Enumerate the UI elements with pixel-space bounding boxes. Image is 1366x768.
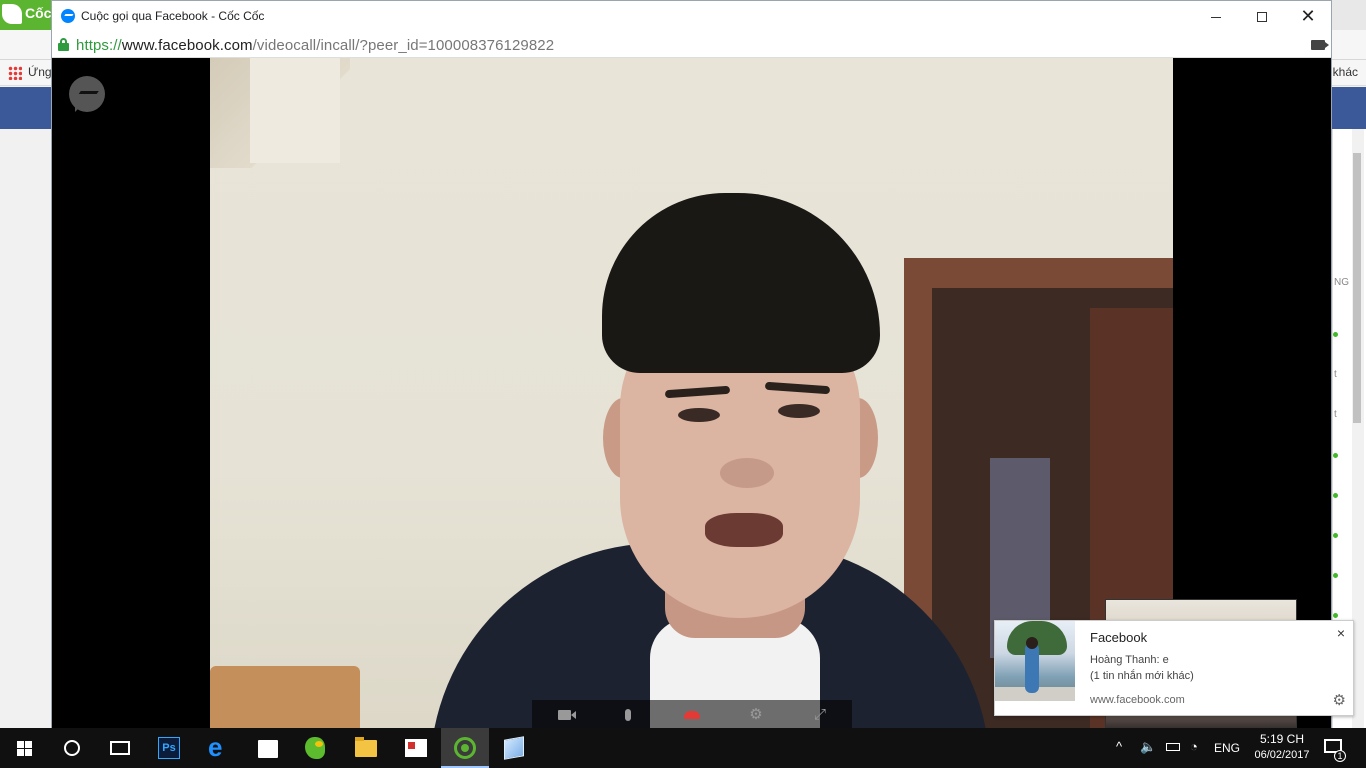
camera-icon[interactable] <box>554 706 576 724</box>
folder-icon <box>355 737 377 757</box>
facebook-notification-toast[interactable]: Facebook Hoàng Thanh: e (1 tin nhắn mới … <box>994 620 1354 716</box>
minimize-button[interactable] <box>1193 1 1239 32</box>
online-dot <box>1333 533 1338 538</box>
url-host: www.facebook.com <box>121 37 253 54</box>
microphone-icon[interactable] <box>618 706 638 724</box>
wifi-icon[interactable]: ◔ <box>1190 739 1198 754</box>
lock-icon[interactable] <box>58 38 69 51</box>
url-path: /videocall/incall/?peer_id=1000083761298… <box>252 37 555 54</box>
notification-count-badge: 1 <box>1334 750 1346 762</box>
windows-taskbar: Ps e ^ 🔈 ◔ ENG 5:19 CH 06/02/2017 1 <box>0 728 1366 768</box>
close-icon[interactable]: × <box>1337 625 1345 641</box>
sidebar-text-fragment: NG <box>1334 277 1349 288</box>
task-view-icon <box>110 741 130 755</box>
clock-time[interactable]: 5:19 CH <box>1247 732 1317 746</box>
store-button[interactable] <box>244 728 292 768</box>
cube-app-button[interactable] <box>490 728 538 768</box>
cortana-button[interactable] <box>48 728 96 768</box>
photoshop-button[interactable]: Ps <box>146 728 194 768</box>
coccoc-button[interactable] <box>441 728 489 768</box>
camera-permission-icon[interactable] <box>1311 40 1329 50</box>
gear-icon[interactable]: ⚙ <box>746 706 766 724</box>
coccoc-logo-text: Cốc <box>25 5 52 21</box>
sidebar-text-fragment: t <box>1334 369 1337 380</box>
url-text[interactable]: https://www.facebook.com/videocall/incal… <box>76 37 554 54</box>
windows-logo-icon <box>17 741 32 756</box>
coccoc-icon <box>454 737 476 759</box>
maximize-button[interactable] <box>1239 1 1285 32</box>
online-dot <box>1333 573 1338 578</box>
online-dot <box>1333 493 1338 498</box>
cube-icon <box>504 736 524 760</box>
notification-more-messages: (1 tin nhắn mới khác) <box>1090 670 1194 682</box>
task-view-button[interactable] <box>96 728 144 768</box>
volume-icon[interactable]: 🔈 <box>1140 739 1156 755</box>
parrot-icon <box>305 737 325 759</box>
language-indicator[interactable]: ENG <box>1214 741 1240 755</box>
apps-grid-icon[interactable] <box>8 66 22 80</box>
edge-icon: e <box>208 732 223 762</box>
window-title-bar[interactable]: Cuộc gọi qua Facebook - Cốc Cốc ✕ <box>52 1 1331 32</box>
bookmarks-other-label[interactable]: khác <box>1333 65 1358 79</box>
close-button[interactable]: ✕ <box>1285 1 1331 32</box>
gear-icon[interactable]: ⚙ <box>1333 691 1346 709</box>
end-call-icon[interactable] <box>682 706 702 724</box>
coccoc-logo: Cốc <box>0 0 52 30</box>
window-title: Cuộc gọi qua Facebook - Cốc Cốc <box>81 9 265 23</box>
online-dot <box>1333 332 1338 337</box>
edge-button[interactable]: e <box>196 728 244 768</box>
messenger-logo-icon <box>69 76 105 112</box>
expand-icon[interactable]: ⤢ <box>810 706 830 724</box>
notification-site: www.facebook.com <box>1090 694 1185 706</box>
scrollbar-thumb[interactable] <box>1353 153 1361 423</box>
bookmarks-apps-label[interactable]: Ứng <box>28 65 52 79</box>
chevron-up-icon[interactable]: ^ <box>1116 739 1122 754</box>
start-button[interactable] <box>0 728 48 768</box>
sender-avatar <box>995 621 1075 701</box>
battery-icon[interactable] <box>1166 743 1180 751</box>
file-explorer-button[interactable] <box>342 728 390 768</box>
url-protocol: https:// <box>76 37 122 54</box>
online-dot <box>1333 613 1338 618</box>
call-controls-bar: ⚙ ⤢ <box>532 700 852 728</box>
cortana-icon <box>64 740 80 756</box>
bird-app-button[interactable] <box>292 728 340 768</box>
coccoc-leaf-icon <box>2 4 22 24</box>
presentation-icon <box>405 739 427 757</box>
notification-message: Hoàng Thanh: e <box>1090 654 1169 666</box>
sidebar-text-fragment: t <box>1334 409 1337 420</box>
maximize-icon <box>1257 12 1267 23</box>
store-icon <box>258 740 278 758</box>
notification-app-name: Facebook <box>1090 630 1148 645</box>
clock-date[interactable]: 06/02/2017 <box>1247 749 1317 761</box>
video-call-window: Cuộc gọi qua Facebook - Cốc Cốc ✕ https:… <box>51 0 1332 728</box>
photoshop-icon: Ps <box>158 737 180 759</box>
presentation-app-button[interactable] <box>392 728 440 768</box>
minimize-icon <box>1211 16 1221 18</box>
messenger-icon <box>61 9 75 23</box>
popup-address-bar[interactable]: https://www.facebook.com/videocall/incal… <box>52 32 1331 58</box>
online-dot <box>1333 453 1338 458</box>
